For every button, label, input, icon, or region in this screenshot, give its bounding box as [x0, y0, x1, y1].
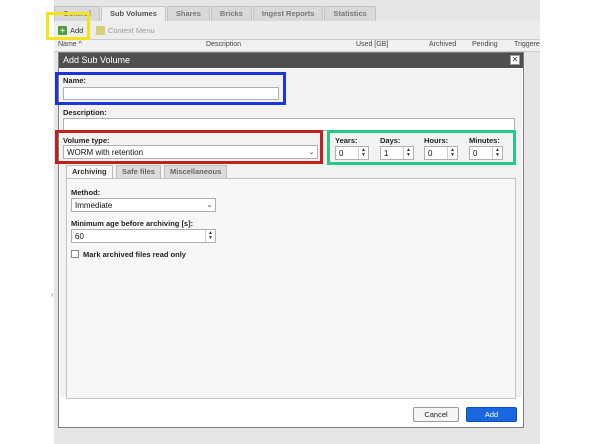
- table-header: Name ^ Description Used [GB] Archived Pe…: [54, 40, 540, 52]
- context-menu-button[interactable]: Context Menu: [96, 24, 155, 36]
- close-icon[interactable]: ✕: [510, 55, 520, 65]
- add-submit-button[interactable]: Add: [466, 407, 517, 422]
- min-age-label: Minimum age before archiving [s]:: [71, 219, 194, 228]
- tab-shares[interactable]: Shares: [166, 6, 210, 21]
- highlight-name: [55, 72, 286, 105]
- readonly-checkbox[interactable]: [71, 250, 79, 258]
- tab-sub-volumes[interactable]: Sub Volumes: [100, 6, 166, 21]
- description-label: Description:: [63, 108, 107, 117]
- highlight-volume-type: [55, 130, 323, 164]
- splitter-handle-icon[interactable]: ‹: [51, 290, 54, 299]
- tab-archiving[interactable]: Archiving: [66, 165, 113, 178]
- method-value: Immediate: [75, 201, 113, 210]
- method-label: Method:: [71, 188, 101, 197]
- column-header-triggered[interactable]: Triggere: [514, 41, 540, 48]
- cancel-button[interactable]: Cancel: [413, 407, 459, 422]
- toolbar: + Add Context Menu: [54, 21, 540, 40]
- context-menu-icon: [96, 25, 105, 35]
- min-age-stepper[interactable]: 60 ▲ ▼: [71, 229, 216, 243]
- tab-ingest-reports[interactable]: Ingest Reports: [252, 6, 324, 21]
- column-header-description[interactable]: Description: [206, 41, 241, 48]
- tab-statistics[interactable]: Statistics: [324, 6, 376, 21]
- method-select[interactable]: Immediate ⌄: [71, 198, 216, 212]
- context-menu-label: Context Menu: [108, 25, 155, 35]
- dialog-title: Add Sub Volume: [59, 53, 523, 68]
- column-header-name[interactable]: Name ^: [58, 41, 82, 48]
- main-tabbar: General Sub Volumes Shares Bricks Ingest…: [54, 6, 540, 21]
- column-header-archived[interactable]: Archived: [429, 41, 456, 48]
- stepper-arrows-icon[interactable]: ▲ ▼: [205, 230, 215, 242]
- highlight-retention: [327, 130, 516, 165]
- column-header-pending[interactable]: Pending: [472, 41, 498, 48]
- tab-safe-files[interactable]: Safe files: [116, 165, 161, 178]
- column-header-used[interactable]: Used [GB]: [356, 41, 388, 48]
- chevron-down-icon: ⌄: [206, 202, 213, 209]
- readonly-label: Mark archived files read only: [83, 250, 186, 259]
- tab-bricks[interactable]: Bricks: [210, 6, 252, 21]
- tab-miscellaneous[interactable]: Miscellaneous: [164, 165, 228, 178]
- highlight-add-button: [46, 12, 90, 40]
- min-age-value: 60: [75, 232, 84, 241]
